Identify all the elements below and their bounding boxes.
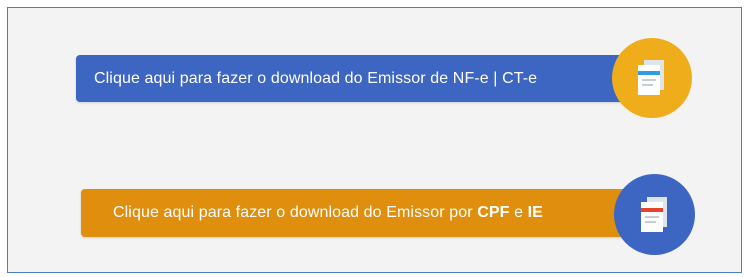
download-nfe-cte-label: Clique aqui para fazer o download do Emi… [94,69,538,87]
download-panel: Clique aqui para fazer o download do Emi… [7,7,742,273]
download-nfe-cte-button[interactable]: Clique aqui para fazer o download do Emi… [76,55,641,102]
download-cpf-ie-button[interactable]: Clique aqui para fazer o download do Emi… [81,189,646,237]
cpf-document-icon-badge[interactable] [614,174,695,255]
download-cpf-ie-label: Clique aqui para fazer o download do Emi… [113,204,543,221]
nfe-document-icon-badge[interactable] [612,38,692,118]
document-icon [638,60,664,95]
document-icon [640,196,667,232]
